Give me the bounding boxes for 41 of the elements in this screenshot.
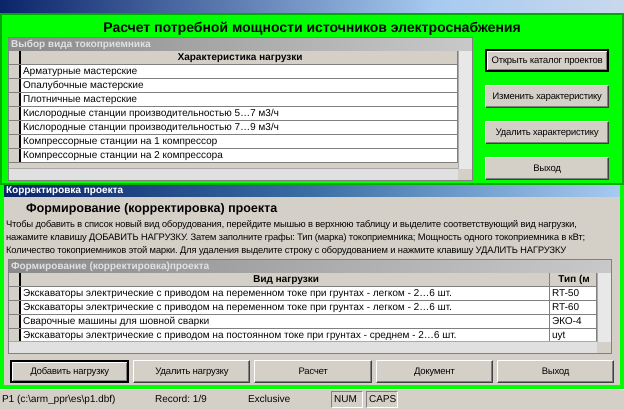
status-text: P1 (c:\arm_ppr\es\p1.dbf) [2, 394, 116, 406]
action-button[interactable]: Удалить нагрузку [133, 360, 250, 384]
data-grid[interactable] [8, 36, 473, 181]
record-selector[interactable] [9, 301, 21, 314]
record-selector[interactable] [9, 315, 21, 328]
column-header[interactable]: Вид нагрузки [21, 273, 550, 286]
horizontal-scrollbar[interactable] [9, 341, 597, 354]
vertical-scrollbar[interactable] [597, 273, 611, 342]
record-selector[interactable] [9, 134, 21, 148]
status-text: NUM [331, 391, 363, 408]
record-selector[interactable] [9, 106, 21, 120]
action-button[interactable]: Изменить характеристику [485, 84, 609, 108]
panel-title: Расчет потребной мощности источников электроснабжения [102, 18, 522, 37]
action-button[interactable]: Открыть каталог проектов [485, 48, 609, 72]
record-selector[interactable] [9, 148, 21, 162]
record-selector[interactable] [9, 120, 21, 134]
action-button[interactable]: Удалить характеристику [485, 120, 609, 144]
grid-caption: Формирование (корректировка)проекта [9, 260, 611, 274]
action-button[interactable]: Выход [496, 360, 614, 384]
grid-caption: Выбор вида токоприемника [9, 38, 472, 51]
record-selector[interactable] [9, 64, 21, 78]
record-selector[interactable] [9, 78, 21, 92]
action-button[interactable]: Выход [485, 156, 609, 180]
window-title: Корректировка проекта [4, 185, 620, 198]
vertical-scrollbar[interactable] [458, 50, 472, 169]
action-button[interactable]: Расчет [254, 360, 372, 384]
action-button[interactable]: Документ [376, 360, 493, 384]
record-selector[interactable] [9, 329, 21, 342]
table-cell: Сварочные машины для шовной сварки [21, 315, 550, 328]
record-selector[interactable] [9, 287, 21, 300]
record-selector[interactable] [9, 92, 21, 106]
section-heading: Формирование (корректировка) проекта [25, 200, 278, 218]
instructions-text: Чтобы добавить в список новый вид оборудования, перейдите мышью в верхнюю таблицу и выделите соответствующий вид нагрузки, нажамите клавишу ДОБАВИТЬ НАГРУЗКУ. Затем заполните графы: Тип (марка) токоприемника; Мощность одного токоприемника в кВт; Количество токоприемников этой марки. Для удаления выделите строку с оборудованием и нажмите клавишу УДАЛИТЬ НАГРУЗКУ [5, 217, 586, 256]
table-cell: Экскаваторы электрические с приводом на переменном токе при грунтах - легком - 2…6 шт. [21, 301, 550, 314]
status-text: Exclusive [248, 394, 292, 406]
status-text: Record: 1/9 [155, 394, 208, 406]
status-text: CAPS [366, 391, 398, 408]
data-grid[interactable] [8, 259, 612, 354]
action-button[interactable]: Добавить нагрузку [10, 360, 130, 384]
horizontal-scrollbar[interactable] [9, 168, 458, 180]
table-cell: Экскаваторы электрические с приводом на переменном токе при грунтах - легком - 2…6 шт. [21, 287, 550, 300]
